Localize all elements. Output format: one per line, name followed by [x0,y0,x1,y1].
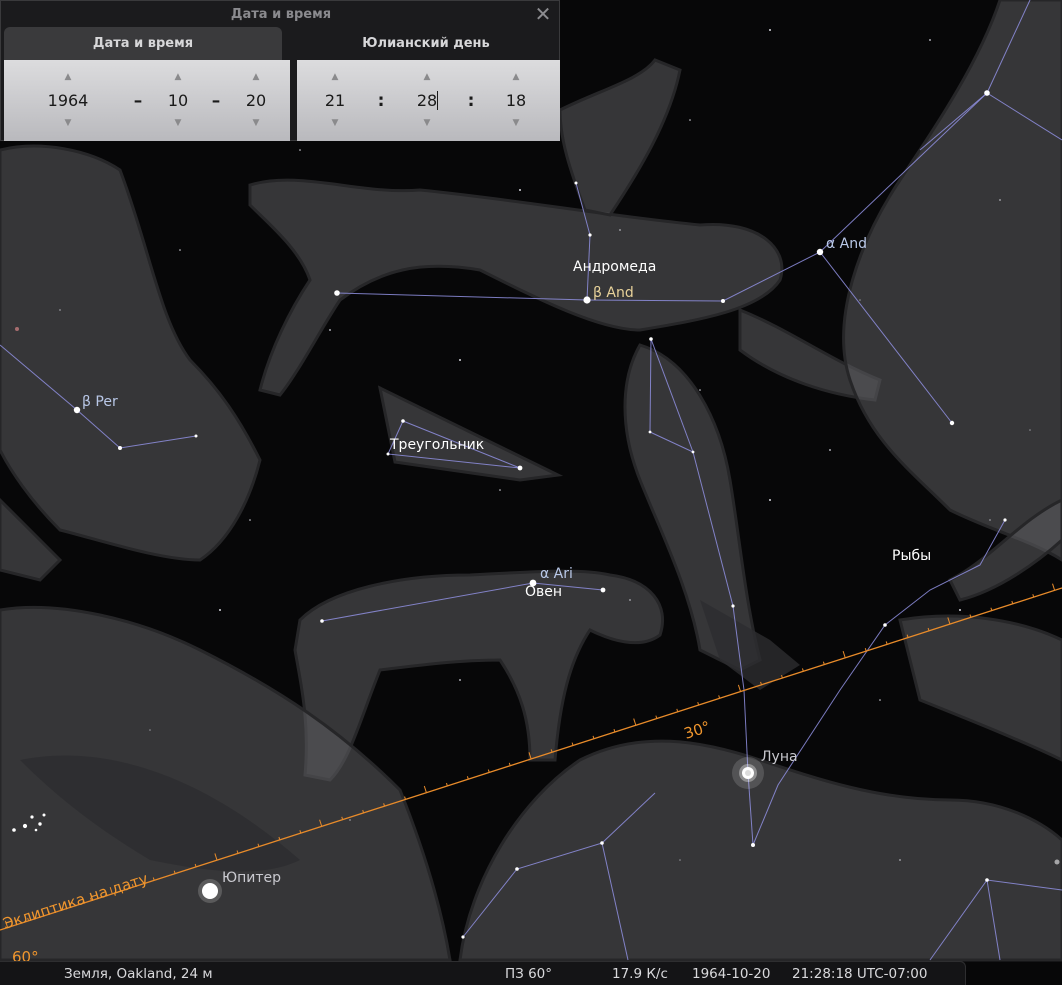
status-location[interactable]: Земля, Oakland, 24 м [64,966,213,982]
day-up-arrow-icon[interactable]: ▲ [221,70,291,84]
status-date-behind: 1964-10-20 [692,966,771,982]
second-down-arrow-icon[interactable]: ▼ [481,116,551,130]
star-alpha-and [816,248,824,256]
date-panel: ▲ 1964 ▼ – ▲ 10 ▼ – ▲ 20 ▼ [4,60,290,141]
year-down-arrow-icon[interactable]: ▼ [33,116,103,130]
tab-date-time[interactable]: Дата и время [4,27,282,60]
day-value[interactable]: 20 [221,90,291,112]
month-down-arrow-icon[interactable]: ▼ [143,116,213,130]
star-beta-and [583,296,591,304]
text-caret [437,91,438,110]
second-spinbox[interactable]: ▲ 18 ▼ [481,60,551,141]
minute-down-arrow-icon[interactable]: ▼ [392,116,462,130]
label-pisces: Рыбы [892,548,931,564]
date-time-dialog: Дата и время ✕ Дата и время Юлианский де… [0,0,560,141]
hour-value[interactable]: 21 [300,90,370,112]
minute-up-arrow-icon[interactable]: ▲ [392,70,462,84]
day-spinbox[interactable]: ▲ 20 ▼ [221,60,291,141]
minute-value[interactable]: 28 [392,90,462,112]
minute-spinbox[interactable]: ▲ 28 ▼ [392,60,462,141]
time-separator: : [377,91,385,111]
second-value[interactable]: 18 [481,90,551,112]
year-spinbox[interactable]: ▲ 1964 ▼ [33,60,103,141]
day-down-arrow-icon[interactable]: ▼ [221,116,291,130]
status-fov: ПЗ 60° [505,966,553,982]
year-value[interactable]: 1964 [33,90,103,112]
month-spinbox[interactable]: ▲ 10 ▼ [143,60,213,141]
label-alpha-ari: α Ari [540,566,573,582]
jupiter[interactable] [198,879,222,903]
label-aries: Овен [525,584,562,600]
dialog-title[interactable]: Дата и время [1,1,561,29]
hour-up-arrow-icon[interactable]: ▲ [300,70,370,84]
label-triangulum: Треугольник [389,437,484,453]
close-icon[interactable]: ✕ [533,4,553,24]
label-alpha-and: α And [826,236,867,252]
label-andromeda: Андромеда [573,259,656,275]
label-beta-and: β And [593,285,634,301]
status-datetime[interactable]: 21:28:18 UTC-07:00 [792,966,927,982]
hour-spinbox[interactable]: ▲ 21 ▼ [300,60,370,141]
label-moon: Луна [761,749,798,765]
tab-julian-day[interactable]: Юлианский день [291,27,561,60]
month-up-arrow-icon[interactable]: ▲ [143,70,213,84]
label-jupiter: Юпитер [222,870,281,886]
sky-map[interactable]: Эклиптика на дату 30° 60° Андромеда Треу… [0,0,1062,985]
time-separator: : [467,91,475,111]
label-beta-per: β Per [82,394,118,410]
hour-down-arrow-icon[interactable]: ▼ [300,116,370,130]
moon[interactable] [732,757,764,789]
month-value[interactable]: 10 [143,90,213,112]
status-bar: Земля, Oakland, 24 м ПЗ 60° 17.9 К/с 196… [0,961,966,985]
star-beta-per [73,406,81,414]
time-panel: ▲ 21 ▼ : ▲ 28 ▼ : ▲ 18 ▼ [297,60,560,141]
second-up-arrow-icon[interactable]: ▲ [481,70,551,84]
year-up-arrow-icon[interactable]: ▲ [33,70,103,84]
status-fps: 17.9 К/с [612,966,668,982]
